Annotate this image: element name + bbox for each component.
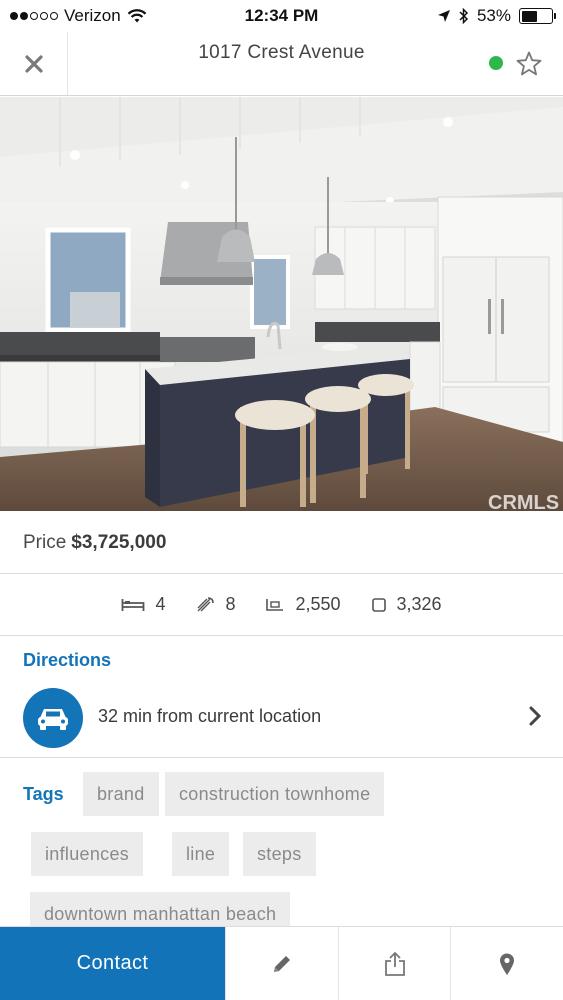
price-label: Price: [23, 531, 67, 553]
listing-header: 1017 Crest Avenue: [0, 32, 563, 96]
tag-chip[interactable]: influences: [31, 832, 144, 876]
status-bar: Verizon 12:34 PM 53%: [0, 0, 563, 32]
battery-percent: 53%: [476, 6, 511, 25]
listing-photo[interactable]: CRMLS: [0, 97, 563, 511]
bath-icon: [197, 596, 215, 611]
share-icon: [384, 951, 405, 976]
baths-stat: 8: [195, 594, 235, 615]
lot-stat: 3,326: [371, 594, 442, 615]
lot-icon: [371, 597, 386, 612]
listing-status-indicator: [489, 56, 503, 70]
travel-time-text: 32 min from current location: [98, 706, 322, 726]
directions-heading: Directions: [23, 650, 112, 670]
floor-area-stat: 2,550: [265, 594, 341, 615]
carrier-group: Verizon: [10, 6, 210, 26]
bluetooth-icon: [459, 7, 469, 25]
tags-heading: Tags: [23, 784, 64, 804]
bed-icon: [122, 598, 145, 611]
tag-chip[interactable]: brand: [83, 772, 159, 816]
directions-row[interactable]: 32 min from current location: [0, 676, 563, 758]
bottom-action-bar: Contact: [0, 926, 563, 1000]
tag-chip[interactable]: steps: [243, 832, 316, 876]
beds-stat: 4: [121, 594, 165, 615]
carrier-name: Verizon: [64, 6, 121, 25]
edit-note-button[interactable]: [225, 927, 338, 1000]
star-icon[interactable]: [515, 50, 543, 78]
baths-count: 8: [225, 594, 236, 614]
share-button[interactable]: [337, 927, 451, 1000]
signal-strength-icon: [10, 12, 58, 20]
price-row: Price $3,725,000: [0, 512, 563, 574]
car-icon-badge: [23, 688, 83, 748]
location-arrow-icon: [437, 10, 450, 22]
chevron-right-icon: [529, 706, 541, 726]
location-pin-icon: [500, 953, 515, 975]
beds-count: 4: [155, 594, 166, 614]
kitchen-photo-image: CRMLS: [0, 97, 563, 511]
lot-value: 3,326: [396, 594, 442, 614]
status-right-group: 53%: [437, 6, 556, 26]
floor-area-value: 2,550: [295, 594, 341, 614]
wifi-icon: [127, 9, 146, 23]
pencil-icon: [273, 955, 290, 972]
page-title: 1017 Crest Avenue: [198, 42, 365, 63]
battery-icon: [519, 8, 556, 24]
tag-chip[interactable]: line: [172, 832, 230, 876]
photo-watermark: CRMLS: [488, 492, 559, 511]
price-value: $3,725,000: [71, 531, 167, 553]
tag-chip[interactable]: construction townhome: [165, 772, 385, 816]
property-stats: 4 8 2,550 3,326: [0, 574, 563, 636]
car-icon: [38, 709, 68, 730]
contact-button[interactable]: Contact: [0, 927, 225, 1000]
map-location-button[interactable]: [450, 927, 563, 1000]
floor-area-icon: [266, 598, 284, 611]
